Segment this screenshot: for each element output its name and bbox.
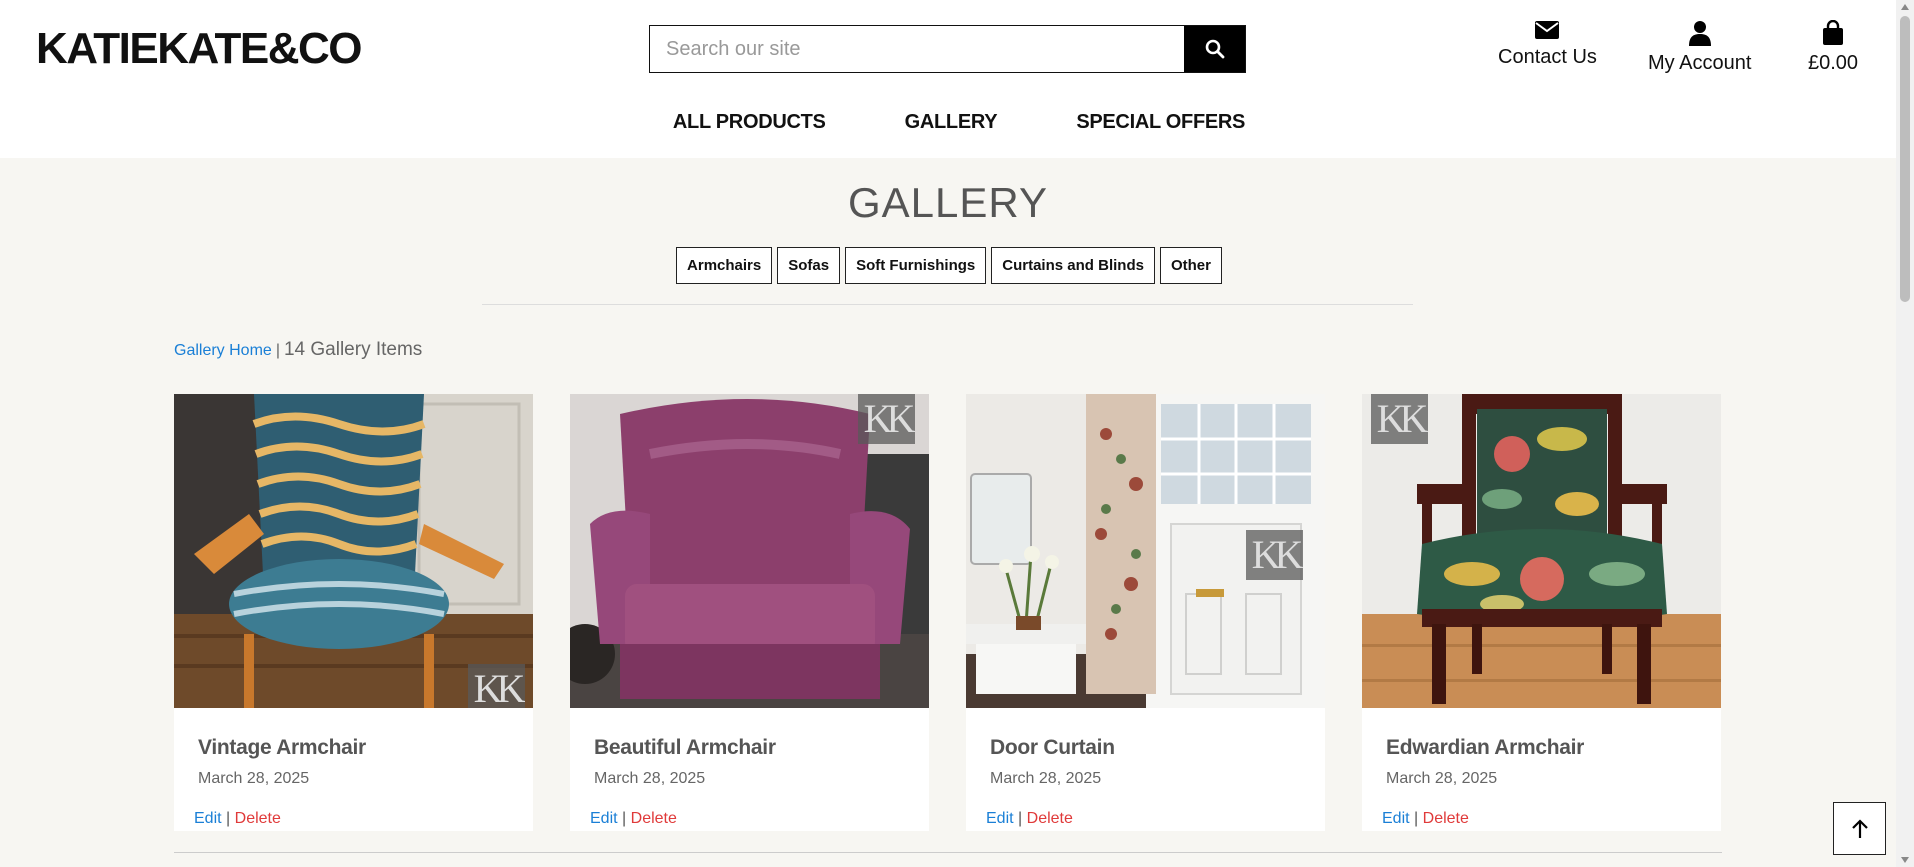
edit-link[interactable]: Edit	[194, 810, 222, 827]
breadcrumb: Gallery Home | 14 Gallery Items	[174, 339, 422, 361]
filter-soft-furnishings-button[interactable]: Soft Furnishings	[845, 247, 987, 284]
gallery-card-title[interactable]: Door Curtain	[990, 736, 1301, 760]
page-title: GALLERY	[848, 179, 1048, 226]
delete-link[interactable]: Delete	[1027, 810, 1073, 827]
nav-special-offers[interactable]: SPECIAL OFFERS	[1076, 111, 1245, 134]
action-separator: |	[622, 810, 627, 827]
search-input[interactable]	[650, 26, 1184, 72]
gallery-card: KK Vintage Armchair March 28, 2025 Edit …	[174, 394, 533, 831]
gallery-card-actions: Edit | Delete	[1382, 810, 1469, 828]
scrollbar-thumb[interactable]	[1900, 16, 1910, 302]
nav-all-products[interactable]: ALL PRODUCTS	[673, 111, 826, 134]
gallery-grid: KK Vintage Armchair March 28, 2025 Edit …	[174, 394, 1721, 831]
search-button[interactable]	[1184, 26, 1245, 72]
gallery-card-image[interactable]: KK	[1362, 394, 1721, 708]
page-scrollbar[interactable]	[1896, 0, 1914, 867]
gallery-card-image[interactable]: KK	[966, 394, 1325, 708]
filter-curtains-blinds-button[interactable]: Curtains and Blinds	[991, 247, 1155, 284]
gallery-card-image[interactable]: KK	[174, 394, 533, 708]
gallery-home-link[interactable]: Gallery Home	[174, 342, 272, 359]
filter-sofas-button[interactable]: Sofas	[777, 247, 841, 284]
edit-link[interactable]: Edit	[1382, 810, 1410, 827]
gallery-item-count: 14 Gallery Items	[283, 339, 423, 360]
gallery-card-title[interactable]: Vintage Armchair	[198, 736, 509, 760]
gallery-card-date: March 28, 2025	[594, 770, 706, 787]
gallery-card-actions: Edit | Delete	[194, 810, 281, 828]
gallery-card-actions: Edit | Delete	[986, 810, 1073, 828]
scroll-down-arrow-icon[interactable]	[1901, 857, 1909, 863]
my-account-link[interactable]: My Account	[1648, 20, 1751, 75]
gallery-card-image[interactable]: KK	[570, 394, 929, 708]
gallery-card: KK Beautiful Armchair March 28, 2025 Edi…	[570, 394, 929, 831]
back-to-top-button[interactable]	[1833, 802, 1886, 855]
filter-armchairs-button[interactable]: Armchairs	[676, 247, 773, 284]
my-account-label: My Account	[1648, 52, 1752, 74]
breadcrumb-separator: |	[275, 342, 280, 359]
contact-us-label: Contact Us	[1498, 46, 1597, 68]
cart-link[interactable]: £0.00	[1808, 20, 1858, 75]
edit-link[interactable]: Edit	[986, 810, 1014, 827]
search-bar	[649, 25, 1246, 73]
user-icon	[1688, 21, 1711, 46]
gallery-card-date: March 28, 2025	[1386, 770, 1498, 787]
arrow-up-icon	[1851, 818, 1868, 838]
main-nav: ALL PRODUCTS GALLERY SPECIAL OFFERS	[0, 111, 1896, 134]
shopping-bag-icon	[1823, 20, 1844, 45]
contact-us-link[interactable]: Contact Us	[1498, 20, 1597, 69]
scroll-up-arrow-icon[interactable]	[1901, 4, 1909, 10]
gallery-card-title[interactable]: Edwardian Armchair	[1386, 736, 1697, 760]
edit-link[interactable]: Edit	[590, 810, 618, 827]
site-logo[interactable]: KATIEKATE&CO	[36, 24, 363, 74]
watermark-logo: KK	[468, 664, 525, 708]
gallery-card-title[interactable]: Beautiful Armchair	[594, 736, 905, 760]
action-separator: |	[1018, 810, 1023, 827]
category-filters: Armchairs Sofas Soft Furnishings Curtain…	[0, 247, 1896, 284]
action-separator: |	[226, 810, 231, 827]
gallery-card: KK Edwardian Armchair March 28, 2025 Edi…	[1362, 394, 1721, 831]
watermark-logo: KK	[1246, 530, 1303, 580]
gallery-card-actions: Edit | Delete	[590, 810, 677, 828]
action-separator: |	[1414, 810, 1419, 827]
filter-other-button[interactable]: Other	[1159, 247, 1222, 284]
site-header: KATIEKATE&CO Contact Us My Account £0.00	[0, 0, 1896, 158]
cart-total: £0.00	[1808, 52, 1859, 74]
delete-link[interactable]: Delete	[631, 810, 677, 827]
envelope-icon	[1535, 21, 1560, 39]
gallery-card-date: March 28, 2025	[198, 770, 310, 787]
delete-link[interactable]: Delete	[1423, 810, 1469, 827]
watermark-logo: KK	[1371, 394, 1428, 444]
gallery-card: KK Door Curtain March 28, 2025 Edit | De…	[966, 394, 1325, 831]
section-divider	[482, 304, 1413, 305]
search-icon	[1205, 39, 1224, 59]
gallery-card-date: March 28, 2025	[990, 770, 1102, 787]
nav-gallery[interactable]: GALLERY	[905, 111, 998, 134]
delete-link[interactable]: Delete	[235, 810, 281, 827]
watermark-logo: KK	[858, 394, 915, 444]
section-divider	[174, 852, 1722, 853]
vintage-armchair-photo	[174, 394, 533, 708]
